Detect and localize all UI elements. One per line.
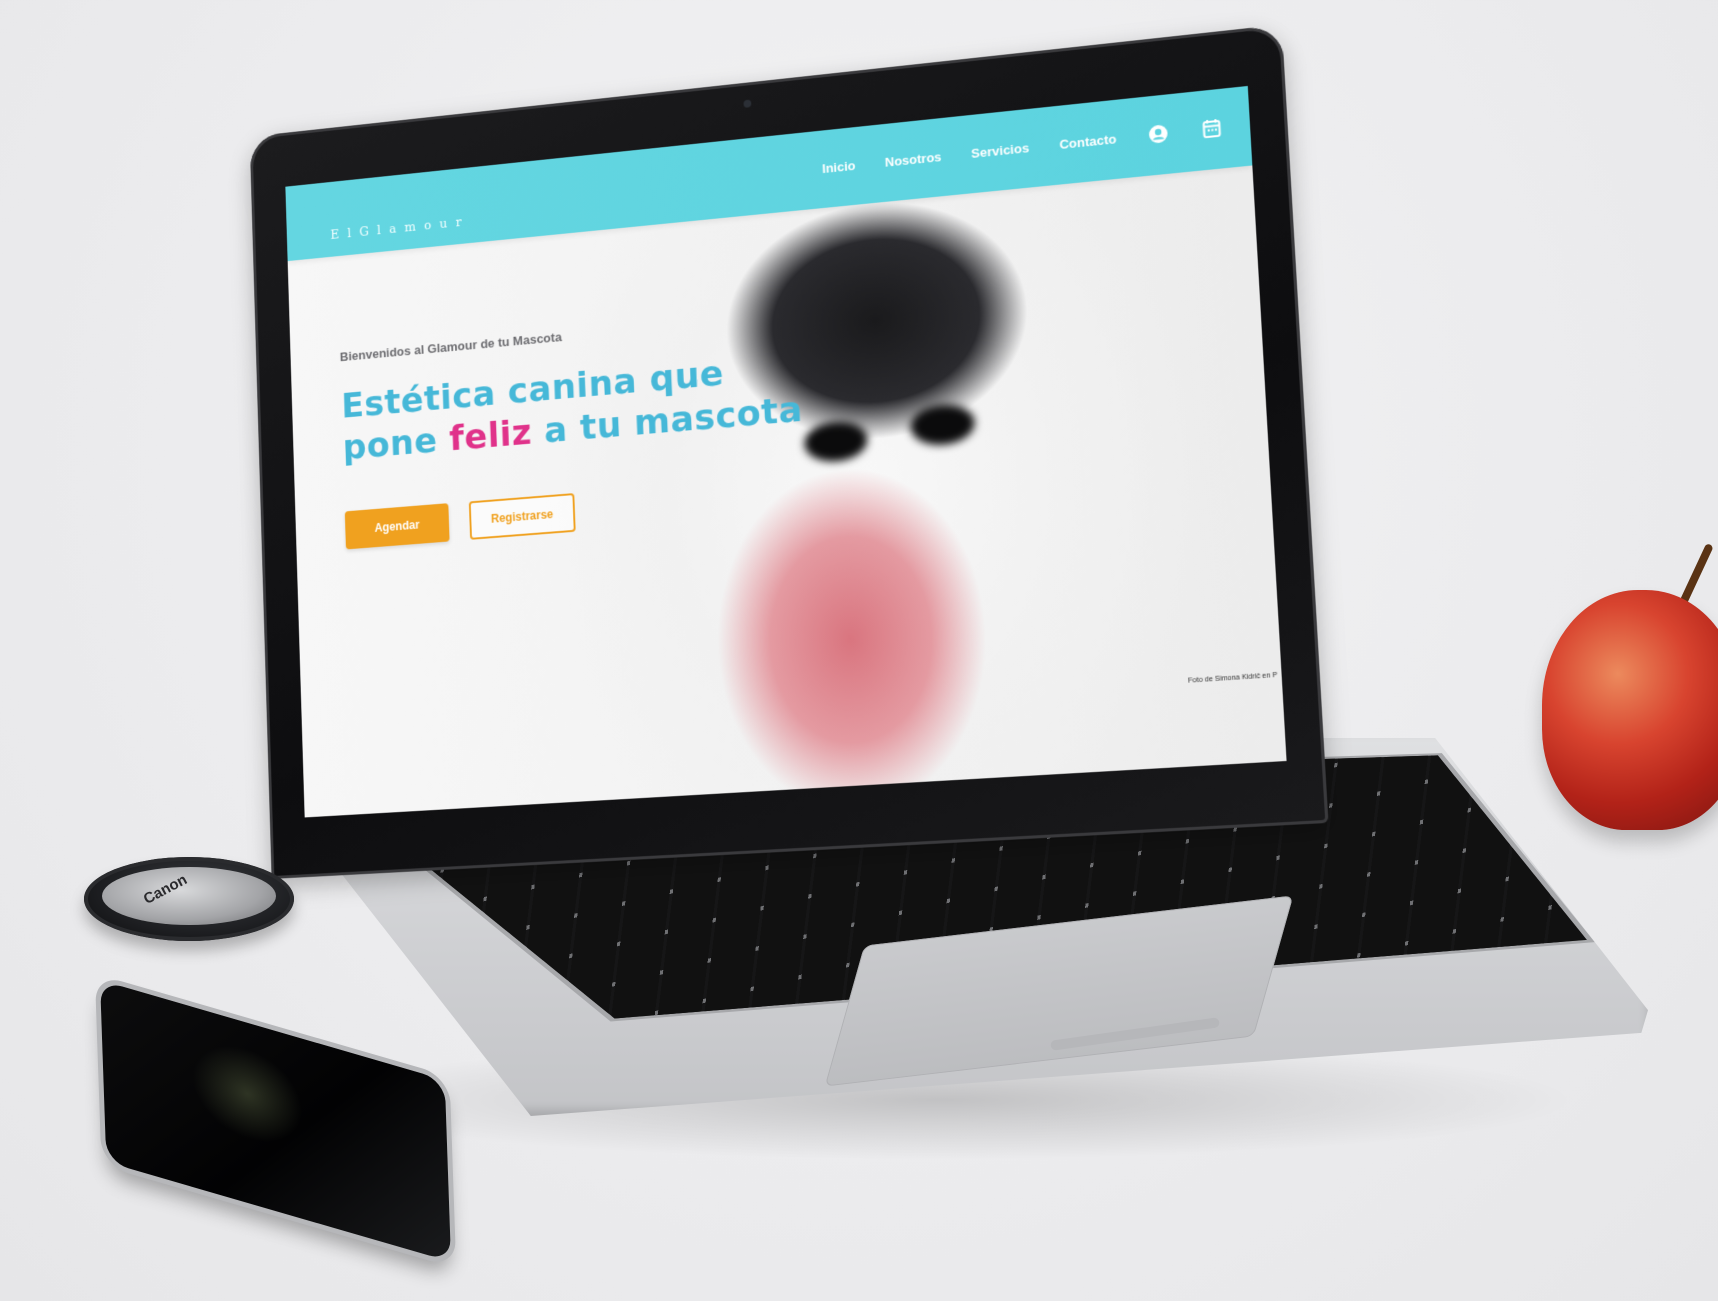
agendar-button[interactable]: Agendar bbox=[344, 503, 450, 550]
nav-servicios[interactable]: Servicios bbox=[971, 140, 1030, 161]
dog-nostril-left bbox=[803, 419, 869, 464]
hero-title-line-2-start: pone bbox=[342, 419, 451, 468]
site-logo[interactable]: ElGlamour bbox=[330, 215, 470, 243]
laptop-screen: ElGlamour Inicio Nosotros Servicios Cont… bbox=[285, 85, 1287, 818]
smartphone bbox=[100, 980, 452, 1262]
registrarse-button[interactable]: Registrarse bbox=[468, 493, 576, 540]
dog-nostril-right bbox=[909, 402, 976, 448]
nav-contacto[interactable]: Contacto bbox=[1059, 131, 1117, 152]
nav-nosotros[interactable]: Nosotros bbox=[885, 149, 942, 169]
hero-title: Estética canina que pone feliz a tu masc… bbox=[341, 346, 804, 470]
user-circle-icon[interactable] bbox=[1146, 122, 1170, 146]
laptop-lid: ElGlamour Inicio Nosotros Servicios Cont… bbox=[249, 24, 1329, 879]
camera-lens-cap: Canon bbox=[84, 857, 294, 941]
hero-section: Bienvenidos al Glamour de tu Mascota Est… bbox=[340, 308, 808, 550]
apple bbox=[1542, 590, 1718, 830]
main-nav: Inicio Nosotros Servicios Contacto bbox=[822, 117, 1224, 179]
hero-title-accent: feliz bbox=[448, 412, 533, 459]
lens-cap-center bbox=[102, 867, 276, 925]
nav-inicio[interactable]: Inicio bbox=[822, 158, 856, 176]
calendar-icon[interactable] bbox=[1200, 117, 1224, 141]
